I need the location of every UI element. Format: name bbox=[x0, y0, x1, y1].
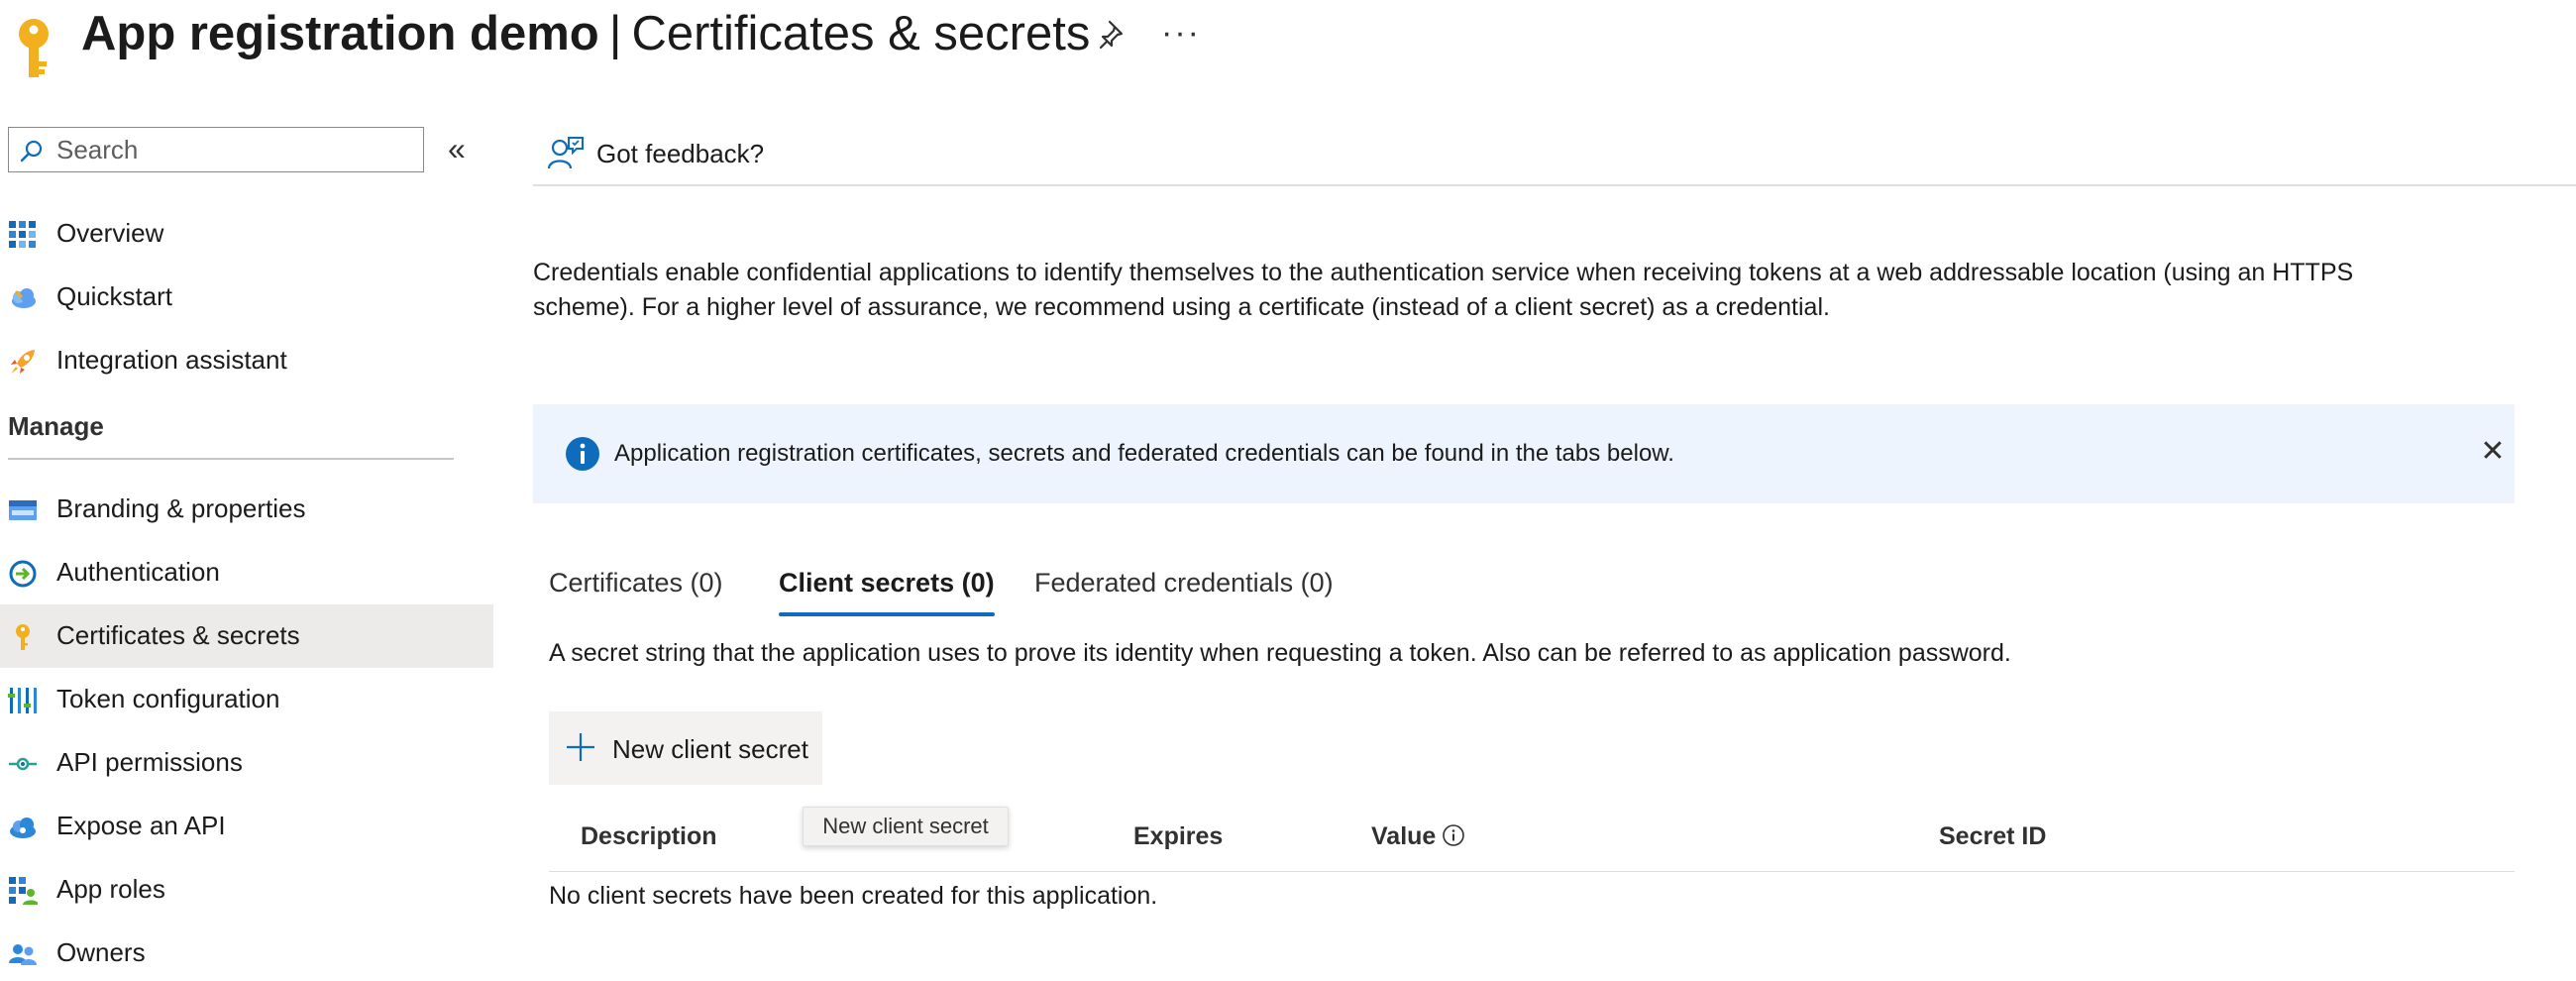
new-client-secret-button[interactable]: New client secret bbox=[549, 711, 822, 785]
feedback-label: Got feedback? bbox=[596, 139, 765, 168]
key-icon bbox=[19, 19, 49, 77]
api-permissions-icon bbox=[9, 757, 37, 771]
sidebar-item-overview[interactable]: Overview bbox=[0, 202, 493, 266]
page-title: App registration demo | Certificates & sec… bbox=[81, 6, 1090, 61]
pin-icon[interactable] bbox=[1098, 18, 1131, 52]
app-name: App registration demo bbox=[81, 7, 599, 60]
info-icon bbox=[566, 437, 599, 471]
tab-certificates[interactable]: Certificates (0) bbox=[549, 559, 723, 622]
sidebar-item-label: Owners bbox=[56, 937, 146, 967]
manage-section-header: Manage bbox=[8, 411, 104, 441]
sidebar-item-token-configuration[interactable]: Token configuration bbox=[0, 668, 493, 731]
close-icon[interactable]: ✕ bbox=[2473, 432, 2513, 472]
info-icon[interactable] bbox=[1442, 823, 1465, 847]
overview-grid-icon bbox=[9, 221, 36, 248]
app-roles-icon bbox=[9, 877, 38, 905]
cloud-expose-icon bbox=[10, 818, 36, 838]
sidebar-item-label: Branding & properties bbox=[56, 493, 306, 523]
plus-icon bbox=[567, 733, 594, 761]
info-message-bar: Application registration certificates, s… bbox=[533, 404, 2515, 503]
owners-icon bbox=[9, 944, 37, 965]
credentials-description: Credentials enable confidential applicat… bbox=[533, 259, 2354, 321]
sidebar-item-label: Expose an API bbox=[56, 811, 226, 840]
search-input[interactable] bbox=[56, 128, 413, 171]
cloud-quickstart-icon bbox=[12, 288, 36, 308]
sidebar-item-branding[interactable]: Branding & properties bbox=[0, 478, 493, 541]
sidebar-item-label: Certificates & secrets bbox=[56, 620, 300, 650]
button-label: New client secret bbox=[612, 734, 808, 764]
sidebar-item-certificates-secrets[interactable]: Certificates & secrets bbox=[0, 604, 493, 668]
sidebar-search[interactable] bbox=[8, 127, 424, 172]
sidebar-item-label: Token configuration bbox=[56, 684, 280, 713]
client-secret-description: A secret string that the application use… bbox=[549, 639, 2011, 667]
tab-client-secrets[interactable]: Client secrets (0) bbox=[779, 559, 995, 622]
empty-table-message: No client secrets have been created for … bbox=[549, 882, 1158, 910]
sidebar-item-expose-api[interactable]: Expose an API bbox=[0, 795, 493, 858]
sidebar: « Overview Quickstart Integration assist… bbox=[0, 109, 493, 981]
token-bars-icon bbox=[8, 688, 37, 713]
key-icon bbox=[16, 624, 30, 650]
authentication-icon bbox=[9, 560, 37, 588]
sidebar-item-api-permissions[interactable]: API permissions bbox=[0, 731, 493, 795]
new-client-secret-tooltip: New client secret bbox=[803, 807, 1009, 846]
section-divider bbox=[8, 458, 454, 460]
feedback-icon bbox=[547, 137, 584, 169]
title-separator: | bbox=[608, 7, 622, 60]
info-message-text: Application registration certificates, s… bbox=[614, 440, 1674, 467]
sidebar-item-authentication[interactable]: Authentication bbox=[0, 541, 493, 604]
blade-name: Certificates & secrets bbox=[631, 7, 1091, 60]
collapse-sidebar-icon[interactable]: « bbox=[448, 133, 466, 164]
column-header-value-label: Value bbox=[1371, 822, 1437, 850]
toolbar-divider bbox=[533, 184, 2576, 186]
sidebar-item-label: Integration assistant bbox=[56, 345, 287, 375]
sidebar-item-owners[interactable]: Owners bbox=[0, 922, 493, 981]
sidebar-item-label: API permissions bbox=[56, 747, 243, 777]
main-content: Got feedback? Credentials enable confide… bbox=[533, 109, 2576, 981]
sidebar-item-integration-assistant[interactable]: Integration assistant bbox=[0, 329, 493, 392]
tab-federated-credentials[interactable]: Federated credentials (0) bbox=[1034, 559, 1334, 622]
sidebar-item-label: Overview bbox=[56, 218, 164, 248]
sidebar-item-label: App roles bbox=[56, 874, 165, 904]
branding-icon bbox=[9, 500, 37, 520]
sidebar-item-label: Authentication bbox=[56, 557, 220, 587]
more-options-icon[interactable]: ··· bbox=[1161, 14, 1201, 53]
column-header-secret-id[interactable]: Secret ID bbox=[1939, 822, 2046, 851]
column-header-description[interactable]: Description bbox=[581, 822, 717, 851]
search-icon bbox=[20, 140, 43, 163]
rocket-icon bbox=[11, 350, 35, 374]
column-header-value[interactable]: Value bbox=[1371, 822, 1465, 851]
sidebar-item-app-roles[interactable]: App roles bbox=[0, 858, 493, 922]
page-header: App registration demo | Certificates & sec… bbox=[0, 0, 2576, 79]
column-header-expires[interactable]: Expires bbox=[1133, 822, 1223, 851]
sidebar-item-quickstart[interactable]: Quickstart bbox=[0, 266, 493, 329]
sidebar-item-label: Quickstart bbox=[56, 281, 173, 311]
